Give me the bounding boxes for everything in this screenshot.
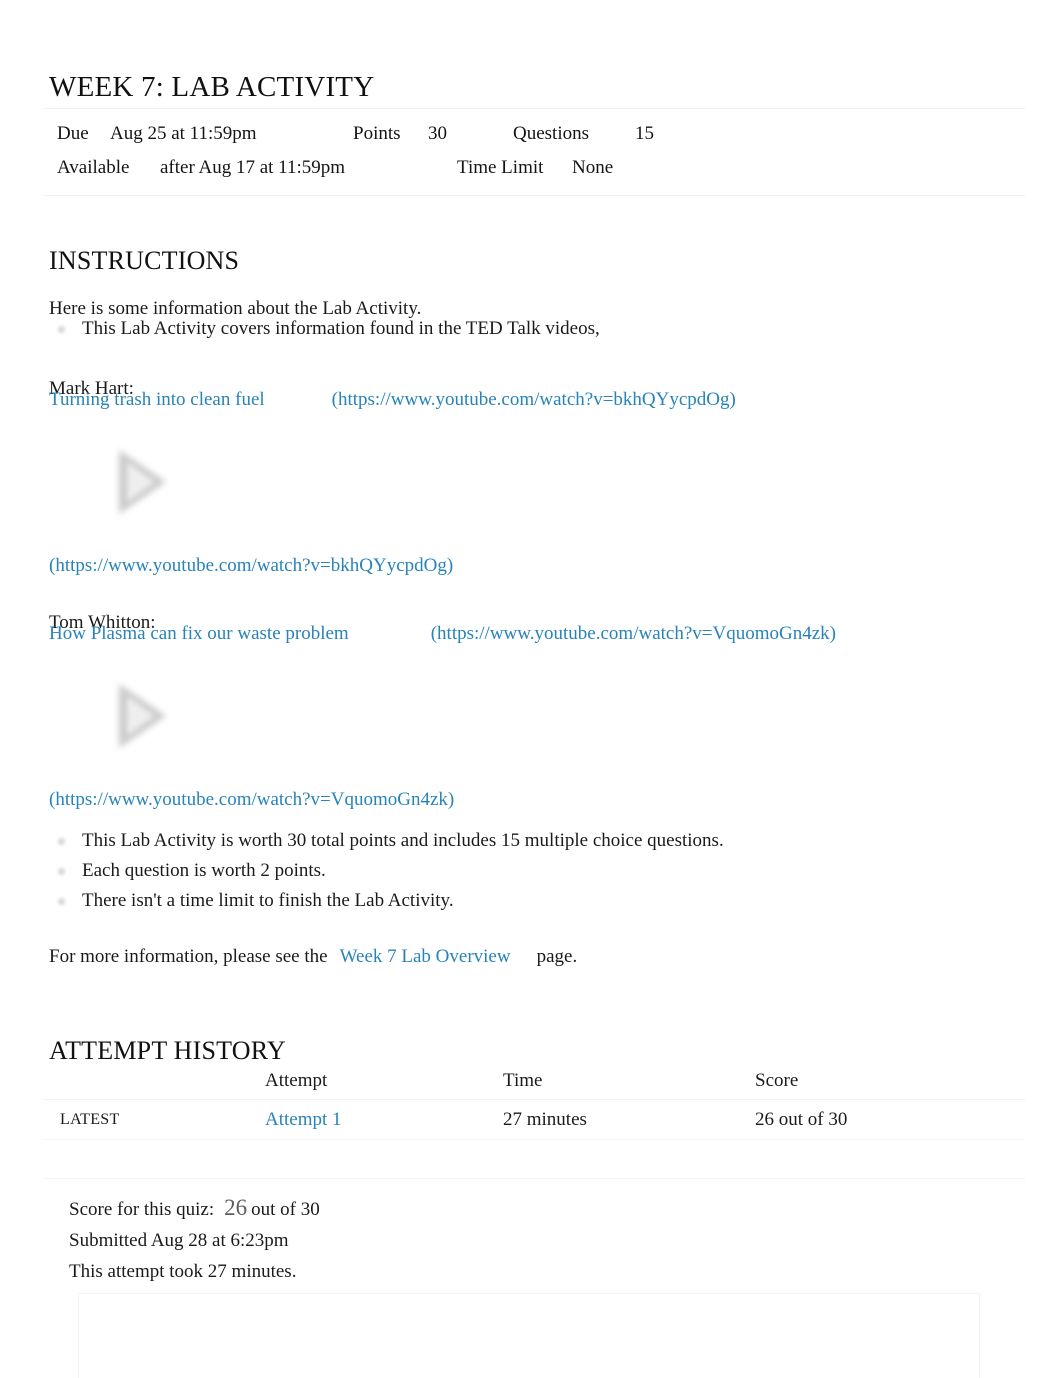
quiz-meta-block: Due Aug 25 at 11:59pm Points 30 Question… bbox=[43, 108, 1025, 196]
table-header-row: Attempt Time Score bbox=[43, 1063, 1025, 1100]
play-icon-inner bbox=[127, 462, 155, 502]
list-item: This Lab Activity covers information fou… bbox=[49, 316, 600, 342]
points-label: Points bbox=[353, 123, 401, 144]
attempt-history-table: Attempt Time Score LATEST Attempt 1 27 m… bbox=[43, 1063, 1025, 1179]
page-title: WEEK 7: LAB ACTIVITY bbox=[49, 71, 375, 104]
more-info-line: For more information, please see the Week… bbox=[49, 944, 577, 970]
video-one-url-below-wrap: (https://www.youtube.com/watch?v=bkhQYyc… bbox=[49, 553, 453, 579]
time-limit-label: Time Limit bbox=[457, 157, 544, 178]
video-one-link-row: Turning trash into clean fuel (https://ww… bbox=[49, 387, 736, 413]
lab-overview-link[interactable]: Week 7 Lab Overview bbox=[340, 946, 511, 967]
more-info-suffix: page. bbox=[536, 946, 578, 967]
available-label: Available bbox=[57, 157, 130, 178]
column-header-time: Time bbox=[503, 1070, 543, 1091]
time-limit-value: None bbox=[572, 157, 614, 178]
attempt-link-wrap: Attempt 1 bbox=[265, 1100, 342, 1139]
list-item: This Lab Activity is worth 30 total poin… bbox=[49, 828, 724, 854]
video-two-title-link[interactable]: How Plasma can fix our waste problem bbox=[49, 623, 349, 644]
score-summary: Score for this quiz: 26 out of 30 Submitte… bbox=[69, 1192, 320, 1287]
video-one-title-link-wrap: Turning trash into clean fuel bbox=[49, 387, 265, 413]
more-info-prefix: For more information, please see the bbox=[49, 946, 328, 967]
table-footer-spacer bbox=[43, 1140, 1025, 1179]
video-two-title-link-wrap: How Plasma can fix our waste problem bbox=[49, 621, 349, 647]
video-two-embed-placeholder[interactable] bbox=[49, 662, 379, 780]
list-item: There isn't a time limit to finish the L… bbox=[49, 888, 454, 914]
bullet-text: This Lab Activity covers information fou… bbox=[82, 318, 600, 339]
duration-line: This attempt took 27 minutes. bbox=[69, 1261, 297, 1282]
table-row: LATEST Attempt 1 27 minutes 26 out of 30 bbox=[43, 1100, 1025, 1140]
video-two-url-wrap: (https://www.youtube.com/watch?v=VquomoG… bbox=[431, 621, 836, 647]
score-label: Score for this quiz: bbox=[69, 1199, 215, 1220]
column-header-score: Score bbox=[755, 1070, 799, 1091]
score-number: 26 bbox=[224, 1195, 248, 1220]
quiz-page: WEEK 7: LAB ACTIVITY Due Aug 25 at 11:59… bbox=[0, 0, 1062, 1378]
video-one-title-link[interactable]: Turning trash into clean fuel bbox=[49, 389, 265, 410]
available-value: after Aug 17 at 11:59pm bbox=[160, 157, 346, 178]
points-value: 30 bbox=[428, 123, 447, 144]
video-two-url-below-link[interactable]: (https://www.youtube.com/watch?v=VquomoG… bbox=[49, 789, 454, 810]
score-suffix: out of 30 bbox=[251, 1199, 320, 1220]
submitted-line: Submitted Aug 28 at 6:23pm bbox=[69, 1230, 289, 1251]
due-label: Due bbox=[57, 123, 89, 144]
attempt-time-value: 27 minutes bbox=[503, 1109, 587, 1130]
video-one-url-below-link[interactable]: (https://www.youtube.com/watch?v=bkhQYyc… bbox=[49, 555, 453, 576]
video-one-embed-placeholder[interactable] bbox=[49, 428, 379, 546]
bullet-text: Each question is worth 2 points. bbox=[82, 860, 326, 881]
attempt-kept-badge: LATEST bbox=[60, 1111, 120, 1128]
bullet-text: This Lab Activity is worth 30 total poin… bbox=[82, 830, 724, 851]
video-two-link-row: How Plasma can fix our waste problem (htt… bbox=[49, 621, 836, 647]
attempt-1-link[interactable]: Attempt 1 bbox=[265, 1109, 342, 1130]
bullet-text: There isn't a time limit to finish the L… bbox=[82, 890, 454, 911]
video-one-url-wrap: (https://www.youtube.com/watch?v=bkhQYyc… bbox=[332, 387, 736, 413]
score-for-quiz-line: Score for this quiz: 26 out of 30 bbox=[69, 1192, 320, 1225]
questions-value: 15 bbox=[635, 123, 654, 144]
play-icon-inner bbox=[127, 696, 155, 736]
attempt-score-value: 26 out of 30 bbox=[755, 1109, 848, 1130]
attempt-history-heading: ATTEMPT HISTORY bbox=[49, 1035, 286, 1065]
questions-label: Questions bbox=[513, 123, 589, 144]
video-one-url-link[interactable]: (https://www.youtube.com/watch?v=bkhQYyc… bbox=[332, 389, 736, 410]
video-two-url-below-wrap: (https://www.youtube.com/watch?v=VquomoG… bbox=[49, 787, 454, 813]
due-value: Aug 25 at 11:59pm bbox=[110, 123, 257, 144]
column-header-attempt: Attempt bbox=[265, 1070, 328, 1091]
quiz-meta-row-2: Available after Aug 17 at 11:59pm Time L… bbox=[43, 151, 1025, 185]
lab-overview-link-wrap: Week 7 Lab Overview bbox=[340, 944, 511, 970]
instructions-heading: INSTRUCTIONS bbox=[49, 245, 240, 275]
quiz-meta-row-1: Due Aug 25 at 11:59pm Points 30 Question… bbox=[43, 117, 1025, 151]
video-two-url-link[interactable]: (https://www.youtube.com/watch?v=VquomoG… bbox=[431, 623, 836, 644]
list-item: Each question is worth 2 points. bbox=[49, 858, 326, 884]
quiz-questions-panel bbox=[78, 1293, 980, 1378]
